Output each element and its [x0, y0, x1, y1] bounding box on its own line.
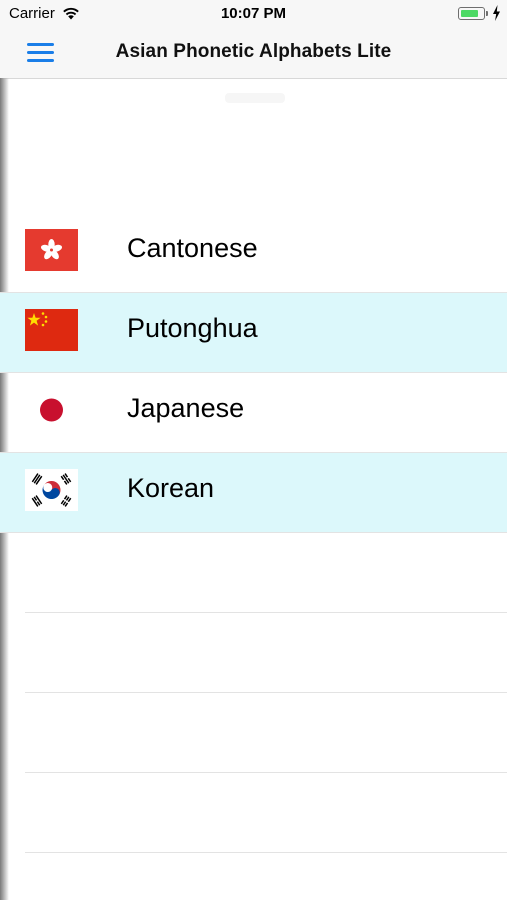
page-title-text: Asian Phonetic Alphabets Lite	[115, 41, 392, 62]
list-item-label: Putonghua	[127, 313, 258, 343]
battery-tip	[486, 11, 488, 16]
status-bar: Carrier 10:07 PM	[0, 0, 507, 28]
row-separator	[25, 852, 507, 853]
battery-icon	[458, 7, 485, 20]
empty-list-row	[0, 613, 507, 693]
page-title: Asian Phonetic Alphabets Lite	[0, 41, 507, 63]
empty-list-row	[0, 693, 507, 773]
list-item-cantonese[interactable]: Cantonese	[0, 213, 507, 293]
list-item-label: Korean	[127, 473, 215, 503]
japan-flag-icon	[25, 389, 78, 431]
status-time: 10:07 PM	[220, 5, 287, 22]
app-screen: Carrier 10:07 PM Asian Phonetic Alphabet…	[0, 0, 507, 900]
list-item-korean[interactable]: Korean	[0, 453, 507, 533]
list-item-putonghua[interactable]: Putonghua	[0, 293, 507, 373]
language-list: Cantonese Putonghua Japanese Korean	[0, 213, 507, 853]
empty-list-row	[0, 533, 507, 613]
navigation-bar: Asian Phonetic Alphabets Lite	[0, 28, 507, 79]
list-item-label: Cantonese	[127, 233, 258, 263]
empty-list-row	[0, 773, 507, 853]
south-korea-flag-icon	[25, 469, 78, 511]
faint-placeholder	[225, 93, 285, 103]
battery-fill	[460, 9, 479, 17]
china-flag-icon	[25, 309, 78, 351]
charging-bolt-icon	[493, 5, 500, 21]
list-item-japanese[interactable]: Japanese	[0, 373, 507, 453]
list-item-label: Japanese	[127, 393, 245, 423]
hong-kong-flag-icon	[25, 229, 78, 271]
